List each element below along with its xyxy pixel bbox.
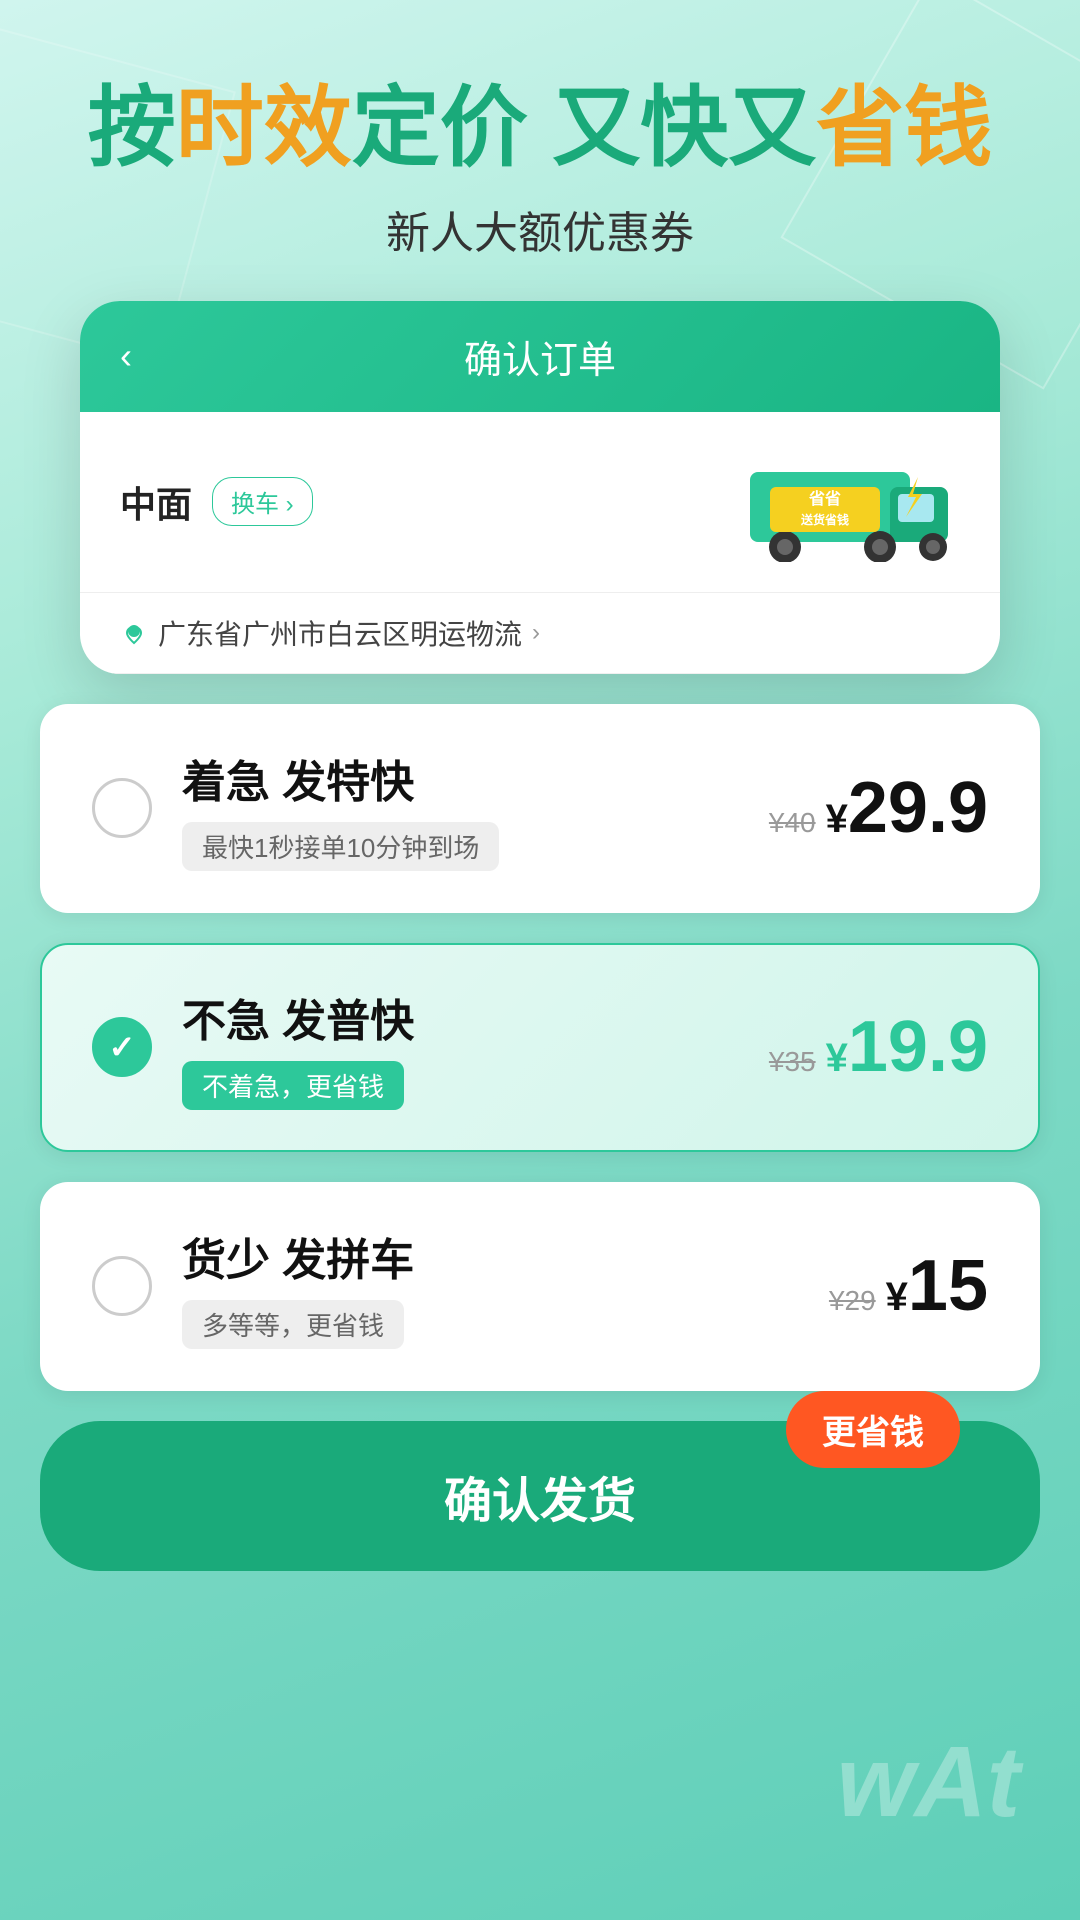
option-express-card[interactable]: 着急 发特快 最快1秒接单10分钟到场 ¥40 ¥29.9 [40,704,1040,913]
confirm-btn-label: 确认发货 [444,1475,636,1528]
option-shared-card[interactable]: 货少 发拼车 多等等，更省钱 ¥29 ¥15 [40,1182,1040,1391]
option-shared-title: 货少 发拼车 [182,1224,829,1288]
express-current-price: ¥29.9 [826,767,988,849]
shared-original-price: ¥29 [829,1285,876,1317]
change-car-button[interactable]: 换车 › [212,477,313,526]
address-arrow-icon: › [532,619,540,647]
address-row: 广东省广州市白云区明运物流 › [80,593,1000,674]
title-part2: 定价 又快又 [352,78,816,177]
save-more-badge: 更省钱 [786,1391,960,1468]
address-text: 广东省广州市白云区明运物流 [158,613,522,653]
option-express-tag: 最快1秒接单10分钟到场 [182,822,499,871]
radio-express[interactable] [92,778,152,838]
vehicle-type-label: 中面 [120,476,192,528]
option-shared-tag: 多等等，更省钱 [182,1300,404,1349]
option-shared-price: ¥29 ¥15 [829,1245,988,1327]
location-icon [120,619,148,647]
express-original-price: ¥40 [769,807,816,839]
normal-original-price: ¥35 [769,1046,816,1078]
option-normal-tag: 不着急，更省钱 [182,1061,404,1110]
phone-mockup: ‹ 确认订单 中面 换车 › [80,301,1000,674]
shipping-options-area: 着急 发特快 最快1秒接单10分钟到场 ¥40 ¥29.9 ✓ 不急 发普快 不… [0,704,1080,1391]
option-normal-card[interactable]: ✓ 不急 发普快 不着急，更省钱 ¥35 ¥19.9 [40,943,1040,1152]
order-preview-row: 中面 换车 › [80,412,1000,593]
order-left: 中面 换车 › [120,476,313,528]
option-shared-info: 货少 发拼车 多等等，更省钱 [182,1224,829,1349]
truck-image: 省省 送货省钱 [740,442,960,562]
normal-current-price: ¥19.9 [826,1006,988,1088]
watermark-text: wAt [837,1725,1020,1840]
title-part1: 按 [88,78,176,177]
app-title: 确认订单 [464,329,616,384]
app-header-bar: ‹ 确认订单 [80,301,1000,412]
confirm-button[interactable]: 更省钱 确认发货 [40,1421,1040,1571]
option-normal-price: ¥35 ¥19.9 [769,1006,988,1088]
shared-current-price: ¥15 [886,1245,988,1327]
option-normal-info: 不急 发普快 不着急，更省钱 [182,985,769,1110]
title-highlight2: 省钱 [816,78,992,177]
radio-normal[interactable]: ✓ [92,1017,152,1077]
svg-text:送货省钱: 送货省钱 [800,512,849,527]
title-highlight1: 时效 [176,78,352,177]
bottom-section: 更省钱 确认发货 [0,1421,1080,1621]
main-title: 按时效定价 又快又省钱 [60,80,1020,177]
checkmark-icon: ✓ [109,1028,136,1066]
option-express-title: 着急 发特快 [182,746,769,810]
back-button[interactable]: ‹ [120,335,132,377]
option-normal-title: 不急 发普快 [182,985,769,1049]
option-express-info: 着急 发特快 最快1秒接单10分钟到场 [182,746,769,871]
svg-text:省省: 省省 [808,489,841,508]
radio-shared[interactable] [92,1256,152,1316]
subtitle: 新人大额优惠券 [60,197,1020,261]
option-express-price: ¥40 ¥29.9 [769,767,988,849]
header-section: 按时效定价 又快又省钱 新人大额优惠券 [0,0,1080,301]
